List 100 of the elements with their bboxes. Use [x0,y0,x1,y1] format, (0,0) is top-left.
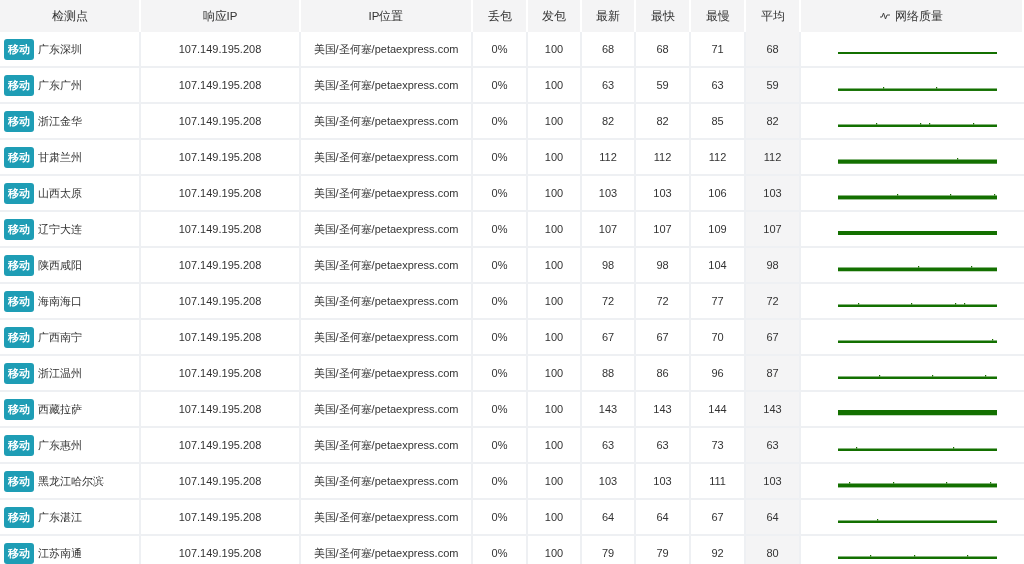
column-header: IP位置 [301,0,473,32]
location-text: 陕西咸阳 [38,257,82,273]
carrier-tag: 移动 [4,110,34,132]
table-cell: 68 [582,32,636,68]
table-cell: 107.149.195.208 [141,392,301,428]
table-cell: 0% [473,536,528,564]
table-cell: 82 [746,104,801,140]
location-text: 广东广州 [38,77,82,93]
table-cell: 美国/圣何塞/petaexpress.com [301,356,473,392]
column-header: 最慢 [691,0,746,32]
table-cell: 0% [473,500,528,536]
pulse-icon [880,12,890,20]
table-cell: 美国/圣何塞/petaexpress.com [301,68,473,104]
location-text: 江苏南通 [38,545,82,561]
carrier-tag: 移动 [4,38,34,60]
table-cell: 59 [636,68,691,104]
table-cell: 100 [528,32,582,68]
table-cell: 112 [582,140,636,176]
table-cell: 0% [473,140,528,176]
carrier-tag: 移动 [4,326,34,348]
table-cell: 107.149.195.208 [141,32,301,68]
table-cell: 0% [473,248,528,284]
carrier-tag: 移动 [4,290,34,312]
table-cell: 98 [636,248,691,284]
table-cell: 0% [473,320,528,356]
carrier-tag: 移动 [4,362,34,384]
table-cell: 98 [746,248,801,284]
table-cell: 63 [582,428,636,464]
table-cell: 64 [636,500,691,536]
carrier-tag: 移动 [4,470,34,492]
carrier-tag: 移动 [4,146,34,168]
column-header: 丢包 [473,0,528,32]
table-cell: 0% [473,428,528,464]
table-cell: 100 [528,68,582,104]
location-text: 辽宁大连 [38,221,82,237]
table-cell: 86 [636,356,691,392]
table-cell: 79 [636,536,691,564]
carrier-tag: 移动 [4,218,34,240]
carrier-tag: 移动 [4,74,34,96]
table-cell: 87 [746,356,801,392]
table-cell: 美国/圣何塞/petaexpress.com [301,320,473,356]
column-header: 检测点 [0,0,141,32]
table-cell: 103 [582,464,636,500]
location-text: 黑龙江哈尔滨 [38,473,104,489]
table-cell: 72 [582,284,636,320]
table-cell: 107 [636,212,691,248]
table-cell: 103 [746,176,801,212]
location-text: 西藏拉萨 [38,401,82,417]
table-cell: 100 [528,428,582,464]
location-text: 浙江温州 [38,365,82,381]
table-cell: 100 [528,248,582,284]
table-cell: 美国/圣何塞/petaexpress.com [301,464,473,500]
table-cell: 79 [582,536,636,564]
location-text: 海南海口 [38,293,82,309]
table-cell: 107.149.195.208 [141,248,301,284]
table-cell: 107 [746,212,801,248]
table-cell: 68 [746,32,801,68]
table-cell: 100 [528,464,582,500]
column-header: 发包 [528,0,582,32]
table-cell: 107 [582,212,636,248]
table-cell: 0% [473,104,528,140]
table-cell: 0% [473,32,528,68]
table-cell: 67 [746,320,801,356]
table-cell: 72 [746,284,801,320]
table-cell: 112 [636,140,691,176]
table-cell: 美国/圣何塞/petaexpress.com [301,392,473,428]
table-cell: 107.149.195.208 [141,500,301,536]
table-cell: 100 [528,320,582,356]
table-cell: 美国/圣何塞/petaexpress.com [301,104,473,140]
location-text: 山西太原 [38,185,82,201]
table-cell: 0% [473,176,528,212]
table-cell: 美国/圣何塞/petaexpress.com [301,212,473,248]
table-cell: 美国/圣何塞/petaexpress.com [301,536,473,564]
table-cell: 107.149.195.208 [141,68,301,104]
table-cell: 0% [473,212,528,248]
table-cell: 107.149.195.208 [141,140,301,176]
table-cell: 103 [582,176,636,212]
table-cell: 100 [528,500,582,536]
table-cell: 0% [473,392,528,428]
table-cell: 64 [746,500,801,536]
table-cell: 107.149.195.208 [141,428,301,464]
table-cell: 0% [473,356,528,392]
table-cell: 82 [582,104,636,140]
table-cell: 88 [582,356,636,392]
table-cell: 107.149.195.208 [141,356,301,392]
location-text: 广东惠州 [38,437,82,453]
location-text: 浙江金华 [38,113,82,129]
carrier-tag: 移动 [4,254,34,276]
table-cell: 72 [636,284,691,320]
table-cell: 80 [746,536,801,564]
table-cell: 100 [528,212,582,248]
location-text: 甘肃兰州 [38,149,82,165]
table-cell: 103 [636,464,691,500]
table-cell: 美国/圣何塞/petaexpress.com [301,32,473,68]
table-cell: 0% [473,284,528,320]
table-cell: 67 [582,320,636,356]
carrier-tag: 移动 [4,506,34,528]
location-text: 广东深圳 [38,41,82,57]
table-cell: 100 [528,392,582,428]
column-header: 响应IP [141,0,301,32]
